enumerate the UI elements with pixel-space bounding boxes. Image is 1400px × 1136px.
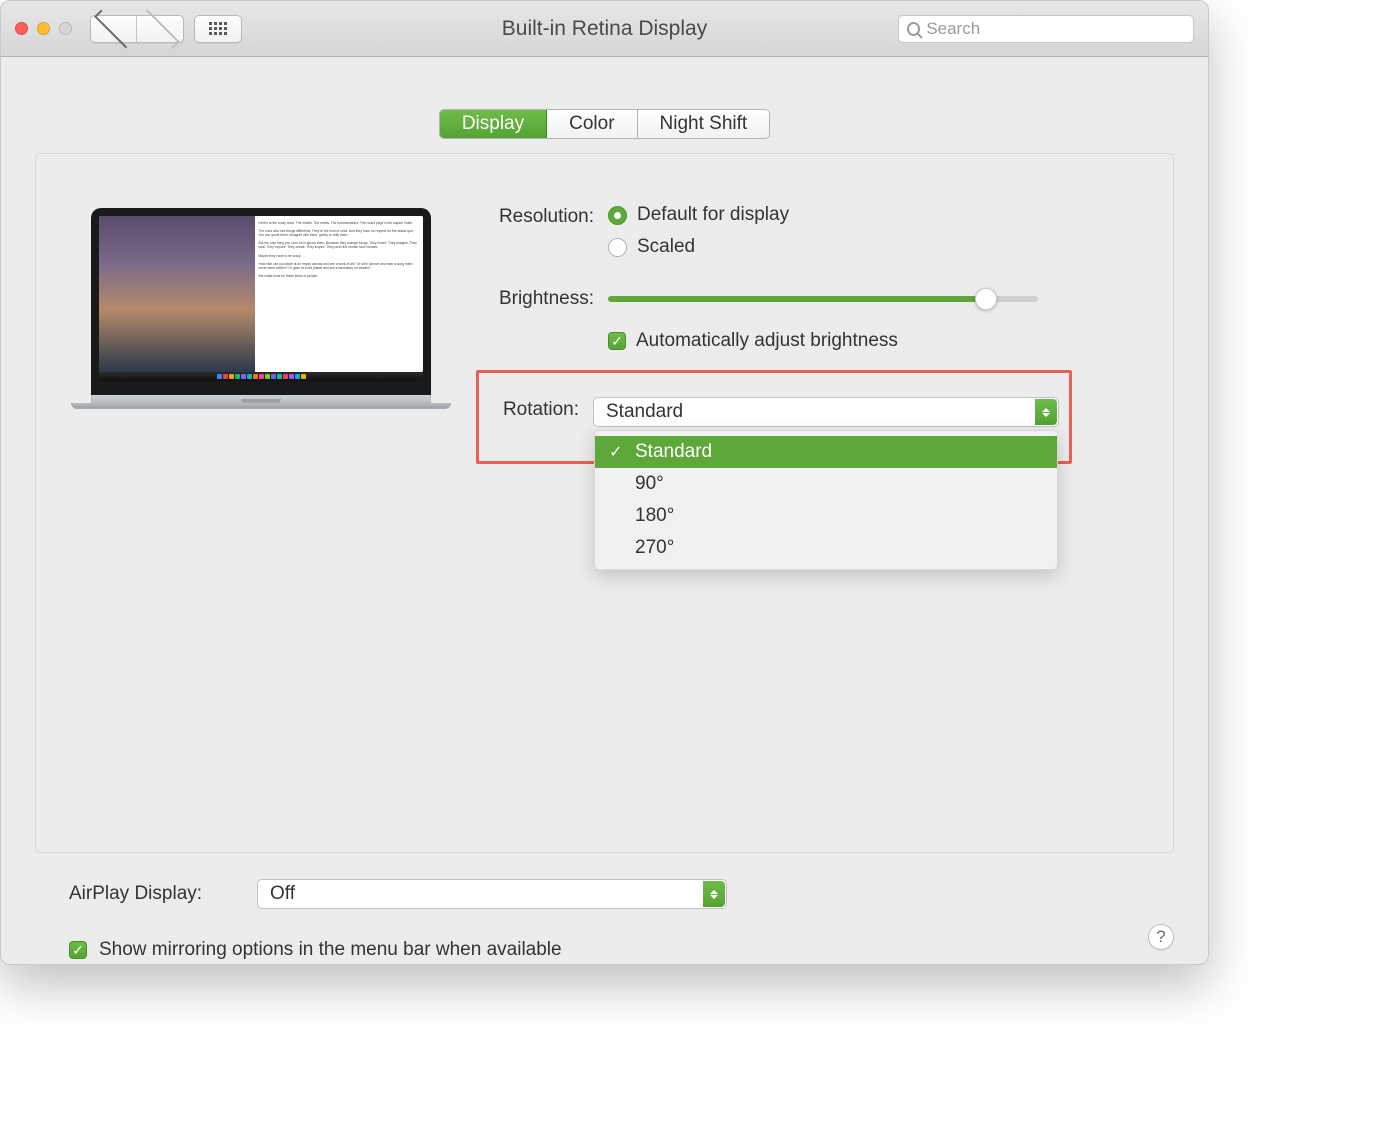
window-controls: [15, 22, 72, 35]
display-preview: Here's to the crazy ones. The misfits. T…: [46, 204, 476, 842]
footer-area: AirPlay Display: Off ✓ Show mirroring op…: [35, 879, 1174, 961]
rotation-option-180[interactable]: 180°: [595, 500, 1057, 532]
mirroring-checkbox[interactable]: ✓ Show mirroring options in the menu bar…: [69, 939, 1140, 961]
stepper-icon: [703, 881, 725, 907]
search-icon: [907, 22, 920, 36]
rotation-option-90[interactable]: 90°: [595, 468, 1057, 500]
settings-panel: Here's to the crazy ones. The misfits. T…: [35, 153, 1174, 853]
tab-night-shift[interactable]: Night Shift: [638, 110, 770, 138]
chevron-right-icon: [140, 9, 180, 49]
close-window-button[interactable]: [15, 22, 28, 35]
resolution-default-label: Default for display: [637, 204, 789, 226]
resolution-scaled-label: Scaled: [637, 236, 695, 258]
search-input[interactable]: [926, 19, 1185, 39]
checkbox-checked-icon: ✓: [608, 332, 626, 350]
auto-brightness-checkbox[interactable]: ✓ Automatically adjust brightness: [608, 330, 1163, 352]
stepper-icon: [1035, 399, 1057, 425]
rotation-row: Rotation: Standard ✓ Standa: [485, 397, 1059, 427]
tab-bar: Display Color Night Shift: [35, 109, 1174, 139]
resolution-default-radio[interactable]: Default for display: [608, 204, 1163, 226]
radio-selected-icon: [608, 206, 627, 225]
settings-controls: Resolution: Default for display Scaled: [476, 204, 1163, 842]
forward-button: [137, 16, 183, 42]
rotation-highlight: Rotation: Standard ✓ Standa: [476, 370, 1072, 464]
brightness-slider[interactable]: [608, 296, 1038, 302]
help-button[interactable]: ?: [1148, 924, 1174, 950]
nav-back-forward: [90, 15, 184, 43]
search-field[interactable]: [898, 15, 1194, 43]
rotation-label: Rotation:: [485, 397, 593, 421]
slider-thumb[interactable]: [975, 288, 997, 310]
airplay-value: Off: [270, 883, 295, 905]
airplay-row: AirPlay Display: Off: [69, 879, 1140, 909]
rotation-value: Standard: [606, 401, 683, 423]
tab-display[interactable]: Display: [440, 110, 547, 138]
airplay-label: AirPlay Display:: [69, 883, 241, 905]
toolbar: Built-in Retina Display: [1, 1, 1208, 57]
rotation-dropdown: ✓ Standard 90° 180° 270°: [594, 430, 1058, 570]
show-all-button[interactable]: [194, 15, 242, 43]
rotation-option-standard[interactable]: ✓ Standard: [595, 436, 1057, 468]
resolution-scaled-radio[interactable]: Scaled: [608, 236, 1163, 258]
rotation-option-270[interactable]: 270°: [595, 532, 1057, 564]
grid-icon: [209, 22, 227, 35]
airplay-popup-button[interactable]: Off: [257, 879, 727, 909]
checkbox-checked-icon: ✓: [69, 941, 87, 959]
content-area: Display Color Night Shift Here's to the …: [1, 57, 1208, 961]
back-button[interactable]: [91, 16, 137, 42]
laptop-illustration: Here's to the crazy ones. The misfits. T…: [91, 208, 431, 409]
chevron-left-icon: [94, 9, 133, 48]
resolution-row: Resolution: Default for display Scaled: [476, 204, 1163, 268]
radio-unselected-icon: [608, 238, 627, 257]
minimize-window-button[interactable]: [37, 22, 50, 35]
tab-color[interactable]: Color: [547, 110, 637, 138]
brightness-row: Brightness: ✓ Automatically adjust brigh…: [476, 286, 1163, 352]
preferences-window: Built-in Retina Display Display Color Ni…: [0, 0, 1209, 965]
zoom-window-button: [59, 22, 72, 35]
resolution-label: Resolution:: [476, 204, 608, 228]
rotation-popup-button[interactable]: Standard ✓ Standard 90°: [593, 397, 1059, 427]
checkmark-icon: ✓: [609, 442, 622, 462]
mirroring-label: Show mirroring options in the menu bar w…: [99, 939, 562, 961]
auto-brightness-label: Automatically adjust brightness: [636, 330, 898, 352]
brightness-label: Brightness:: [476, 286, 608, 310]
